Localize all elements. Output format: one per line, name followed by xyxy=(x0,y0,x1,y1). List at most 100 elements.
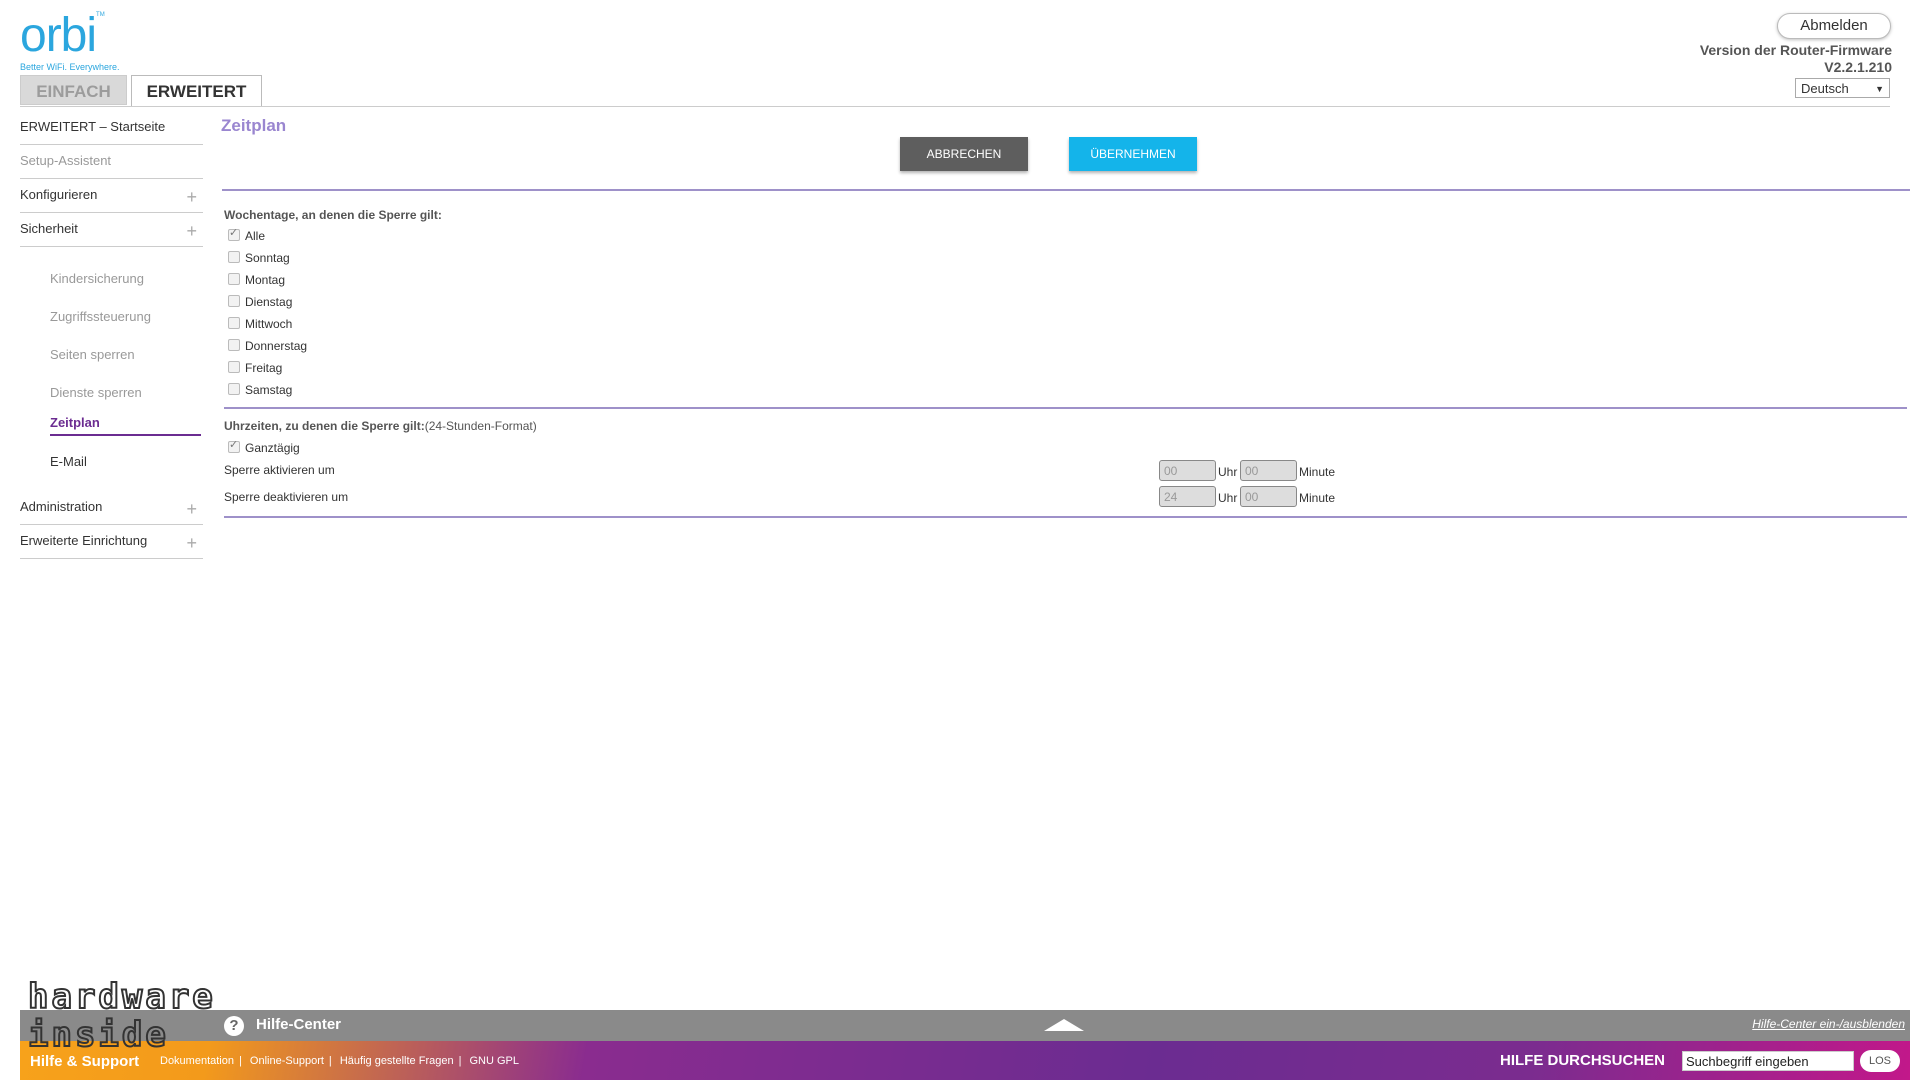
times-heading-text: Uhrzeiten, zu denen die Sperre gilt: xyxy=(224,419,425,433)
link-gnu-gpl[interactable]: GNU GPL xyxy=(470,1055,520,1067)
end-hour-input[interactable]: 24 xyxy=(1159,486,1216,507)
watermark-line: inside xyxy=(27,1015,169,1055)
link-online-support[interactable]: Online-Support xyxy=(250,1055,324,1067)
day-checkbox-row[interactable]: Alle xyxy=(228,226,265,243)
day-checkbox[interactable] xyxy=(228,383,240,395)
sidebar-item-setup-wizard[interactable]: Setup-Assistent xyxy=(20,153,203,179)
day-checkbox[interactable] xyxy=(228,226,240,241)
days-heading: Wochentage, an denen die Sperre gilt: xyxy=(224,208,442,222)
sidebar-item-label: Sicherheit xyxy=(20,221,78,236)
times-format-note: (24-Stunden-Format) xyxy=(424,419,537,433)
help-question-icon: ? xyxy=(224,1016,244,1036)
plus-icon: + xyxy=(186,221,197,241)
sidebar-item-label: ERWEITERT – Startseite xyxy=(20,119,166,134)
firmware-version: V2.2.1.210 xyxy=(1824,59,1892,75)
sidebar-subitem-access-control[interactable]: Zugriffssteuerung xyxy=(50,309,151,324)
logo-tagline: Better WiFi. Everywhere. xyxy=(20,62,120,72)
all-day-label: Ganztägig xyxy=(245,441,300,455)
section-divider xyxy=(222,189,1910,191)
day-checkbox-row[interactable]: Donnerstag xyxy=(228,339,307,353)
plus-icon: + xyxy=(186,533,197,553)
section-divider xyxy=(224,516,1907,518)
help-center-bar[interactable]: ? Hilfe-Center Hilfe-Center ein-/ausblen… xyxy=(20,1010,1910,1041)
sidebar-subitem-block-services[interactable]: Dienste sperren xyxy=(50,385,142,400)
day-checkbox[interactable] xyxy=(228,251,240,263)
plus-icon: + xyxy=(186,499,197,519)
link-separator: | xyxy=(458,1055,462,1067)
logo-trademark: TM xyxy=(96,12,105,18)
link-documentation[interactable]: Dokumentation xyxy=(160,1055,234,1067)
section-divider xyxy=(224,407,1907,409)
help-center-title: Hilfe-Center xyxy=(256,1016,342,1033)
day-checkbox-row[interactable]: Samstag xyxy=(228,383,292,397)
day-checkbox[interactable] xyxy=(228,339,240,351)
minute-unit-label: Minute xyxy=(1299,491,1336,505)
orbi-logo: orbiTM Better WiFi. Everywhere. xyxy=(20,9,120,73)
day-checkbox[interactable] xyxy=(228,361,240,373)
tab-divider xyxy=(20,106,1890,107)
language-select[interactable]: Deutsch ▼ xyxy=(1795,78,1890,98)
all-day-checkbox-row[interactable]: Ganztägig xyxy=(228,438,300,455)
start-hour-input[interactable]: 00 xyxy=(1159,460,1216,481)
hour-unit-label: Uhr xyxy=(1218,465,1238,479)
sidebar-item-advanced-setup[interactable]: Erweiterte Einrichtung + xyxy=(20,533,203,559)
day-label: Mittwoch xyxy=(245,317,293,331)
link-separator: | xyxy=(328,1055,332,1067)
help-search-input[interactable]: Suchbegriff eingeben xyxy=(1682,1051,1854,1071)
cancel-button[interactable]: ABBRECHEN xyxy=(900,137,1028,171)
page-title: Zeitplan xyxy=(221,116,287,135)
day-checkbox[interactable] xyxy=(228,295,240,307)
help-center-toggle-link[interactable]: Hilfe-Center ein-/ausblenden xyxy=(1752,1017,1905,1031)
sidebar-item-administration[interactable]: Administration + xyxy=(20,499,203,525)
day-checkbox-row[interactable]: Montag xyxy=(228,273,285,287)
chevron-down-icon: ▼ xyxy=(1875,84,1884,94)
support-bar: Hilfe & Support Dokumentation | Online-Su… xyxy=(20,1041,1910,1080)
support-title: Hilfe & Support xyxy=(30,1053,140,1070)
day-label: Freitag xyxy=(245,361,283,375)
help-search-go-button[interactable]: LOS xyxy=(1860,1050,1900,1072)
sidebar-item-label: Administration xyxy=(20,499,103,514)
tab-simple[interactable]: EINFACH xyxy=(20,75,127,105)
watermark-logo: hardware inside xyxy=(27,977,216,1055)
sidebar-subitem-email[interactable]: E-Mail xyxy=(50,454,87,469)
apply-button[interactable]: ÜBERNEHMEN xyxy=(1069,137,1197,171)
start-time-label: Sperre aktivieren um xyxy=(224,463,335,477)
day-checkbox-row[interactable]: Dienstag xyxy=(228,295,292,309)
logo-wordmark: orbi xyxy=(20,9,97,62)
sidebar-item-label: Setup-Assistent xyxy=(20,153,112,168)
start-minute-input[interactable]: 00 xyxy=(1240,460,1297,481)
day-label: Donnerstag xyxy=(245,339,308,353)
link-separator: | xyxy=(239,1055,242,1067)
sidebar-item-configure[interactable]: Konfigurieren + xyxy=(20,187,203,213)
day-checkbox-row[interactable]: Mittwoch xyxy=(228,317,292,331)
sidebar-subitem-schedule[interactable]: Zeitplan xyxy=(50,415,201,436)
sidebar-subitem-parental-control[interactable]: Kindersicherung xyxy=(50,271,144,286)
firmware-label: Version der Router-Firmware xyxy=(1699,42,1892,58)
times-heading: Uhrzeiten, zu denen die Sperre gilt:(24-… xyxy=(224,419,537,433)
end-minute-input[interactable]: 00 xyxy=(1240,486,1297,507)
day-checkbox-row[interactable]: Sonntag xyxy=(228,251,290,265)
watermark-line: hardware xyxy=(27,977,216,1017)
firmware-info: Version der Router-Firmware V2.2.1.210 xyxy=(1700,42,1892,76)
help-search-label: HILFE DURCHSUCHEN xyxy=(1500,1052,1665,1069)
day-label: Samstag xyxy=(245,383,293,397)
day-label: Dienstag xyxy=(245,295,293,309)
link-faq[interactable]: Häufig gestellte Fragen xyxy=(340,1055,454,1067)
all-day-checkbox[interactable] xyxy=(228,438,240,453)
day-checkbox-row[interactable]: Freitag xyxy=(228,361,282,375)
plus-icon: + xyxy=(186,187,197,207)
end-time-label: Sperre deaktivieren um xyxy=(224,490,349,504)
sidebar-item-label: Erweiterte Einrichtung xyxy=(20,533,148,548)
sidebar-item-home[interactable]: ERWEITERT – Startseite xyxy=(20,119,203,145)
sidebar-subitem-block-sites[interactable]: Seiten sperren xyxy=(50,347,135,362)
expand-arrow-icon[interactable] xyxy=(1044,1019,1084,1031)
day-checkbox[interactable] xyxy=(228,273,240,285)
language-value: Deutsch xyxy=(1801,81,1849,96)
minute-unit-label: Minute xyxy=(1299,465,1336,479)
sidebar-item-label: Konfigurieren xyxy=(20,187,98,202)
logout-button[interactable]: Abmelden xyxy=(1777,13,1891,39)
tab-advanced[interactable]: ERWEITERT xyxy=(131,75,262,107)
sidebar-item-security[interactable]: Sicherheit + xyxy=(20,221,203,247)
support-links: Dokumentation | Online-Support | Häufig ge… xyxy=(160,1055,519,1067)
day-checkbox[interactable] xyxy=(228,317,240,329)
